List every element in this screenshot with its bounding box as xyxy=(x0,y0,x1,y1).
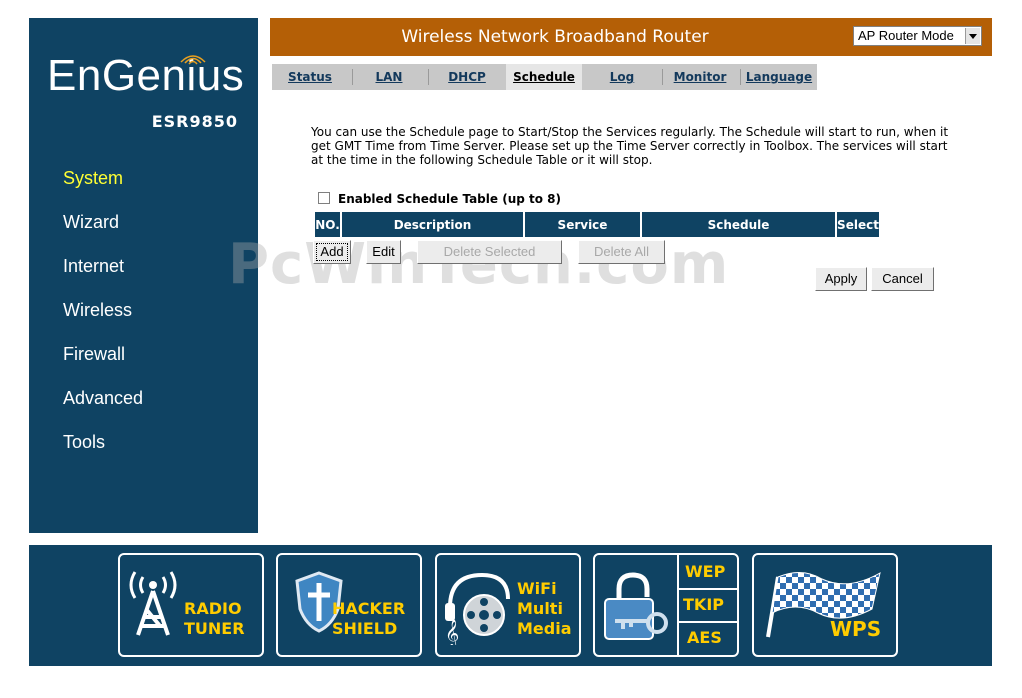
wps-badge: WPS xyxy=(752,553,898,657)
signal-waves-icon xyxy=(180,55,206,65)
column-header-select: Select xyxy=(837,212,879,237)
tab-language[interactable]: Language xyxy=(741,64,817,90)
enable-schedule-label: Enabled Schedule Table (up to 8) xyxy=(338,192,561,206)
tab-dhcp[interactable]: DHCP xyxy=(429,64,505,90)
column-header-schedule: Schedule xyxy=(642,212,835,237)
enable-schedule-row: Enabled Schedule Table (up to 8) xyxy=(318,192,561,206)
column-header-service: Service xyxy=(525,212,640,237)
hacker-shield-line1: HACKER xyxy=(332,599,406,618)
mode-select[interactable]: AP Router Mode xyxy=(853,26,982,46)
wifi-multimedia-badge: 𝄞 WiFi Multi Media xyxy=(435,553,581,657)
security-wep: WEP xyxy=(685,562,726,581)
header-bar: Wireless Network Broadband Router AP Rou… xyxy=(270,18,992,56)
headphones-film-icon: 𝄞 xyxy=(445,572,510,645)
tab-bar: Status LAN DHCP Schedule Log Monitor Lan… xyxy=(272,64,817,90)
sidebar-item-system[interactable]: System xyxy=(63,168,123,189)
radio-tuner-line1: RADIO xyxy=(184,599,242,618)
tab-status[interactable]: Status xyxy=(272,64,348,90)
apply-button[interactable]: Apply xyxy=(815,267,867,291)
security-divider xyxy=(677,555,679,655)
hacker-shield-line2: SHIELD xyxy=(332,619,398,638)
model-name: ESR9850 xyxy=(151,112,238,131)
table-header-row: NO. Description Service Schedule Select xyxy=(315,212,879,237)
wifi-multimedia-line1: WiFi xyxy=(517,579,557,598)
security-divider xyxy=(679,621,737,623)
security-tkip: TKIP xyxy=(683,595,724,614)
wifi-multimedia-line3: Media xyxy=(517,619,572,638)
tab-log[interactable]: Log xyxy=(584,64,660,90)
enable-schedule-checkbox[interactable] xyxy=(318,192,330,204)
security-divider xyxy=(679,588,737,590)
tab-monitor[interactable]: Monitor xyxy=(663,64,737,90)
lock-key-icon xyxy=(604,572,668,640)
sidebar-item-advanced[interactable]: Advanced xyxy=(63,388,143,409)
sidebar-item-wizard[interactable]: Wizard xyxy=(63,212,119,233)
svg-text:𝄞: 𝄞 xyxy=(445,619,459,645)
feature-banner: RADIO TUNER HACKER SHIELD 𝄞 WiFi Multi M… xyxy=(29,545,992,666)
delete-all-button[interactable]: Delete All xyxy=(578,240,665,264)
hacker-shield-badge: HACKER SHIELD xyxy=(276,553,422,657)
add-button[interactable]: Add xyxy=(313,240,351,264)
radio-tuner-line2: TUNER xyxy=(184,619,245,638)
security-aes: AES xyxy=(687,628,722,647)
intro-text: You can use the Schedule page to Start/S… xyxy=(311,125,949,167)
sidebar: EnGenius ESR9850 System Wizard Internet … xyxy=(29,18,258,533)
sidebar-item-wireless[interactable]: Wireless xyxy=(63,300,132,321)
schedule-table: NO. Description Service Schedule Select xyxy=(313,212,881,237)
brand-logo: EnGenius xyxy=(47,51,245,100)
delete-selected-button[interactable]: Delete Selected xyxy=(417,240,562,264)
tab-schedule[interactable]: Schedule xyxy=(506,64,582,90)
column-header-no: NO. xyxy=(315,212,340,237)
cancel-button[interactable]: Cancel xyxy=(871,267,934,291)
sidebar-item-firewall[interactable]: Firewall xyxy=(63,344,125,365)
chevron-down-icon[interactable] xyxy=(965,28,980,44)
radio-tuner-badge: RADIO TUNER xyxy=(118,553,264,657)
security-badge: WEP TKIP AES xyxy=(593,553,739,657)
wifi-multimedia-line2: Multi xyxy=(517,599,563,618)
mode-select-value: AP Router Mode xyxy=(858,28,954,43)
wps-label: WPS xyxy=(830,617,882,641)
sidebar-item-internet[interactable]: Internet xyxy=(63,256,124,277)
antenna-tower-icon xyxy=(129,571,177,636)
tab-lan[interactable]: LAN xyxy=(353,64,425,90)
sidebar-item-tools[interactable]: Tools xyxy=(63,432,105,453)
page-title: Wireless Network Broadband Router xyxy=(401,27,709,47)
edit-button[interactable]: Edit xyxy=(366,240,401,264)
column-header-description: Description xyxy=(342,212,523,237)
